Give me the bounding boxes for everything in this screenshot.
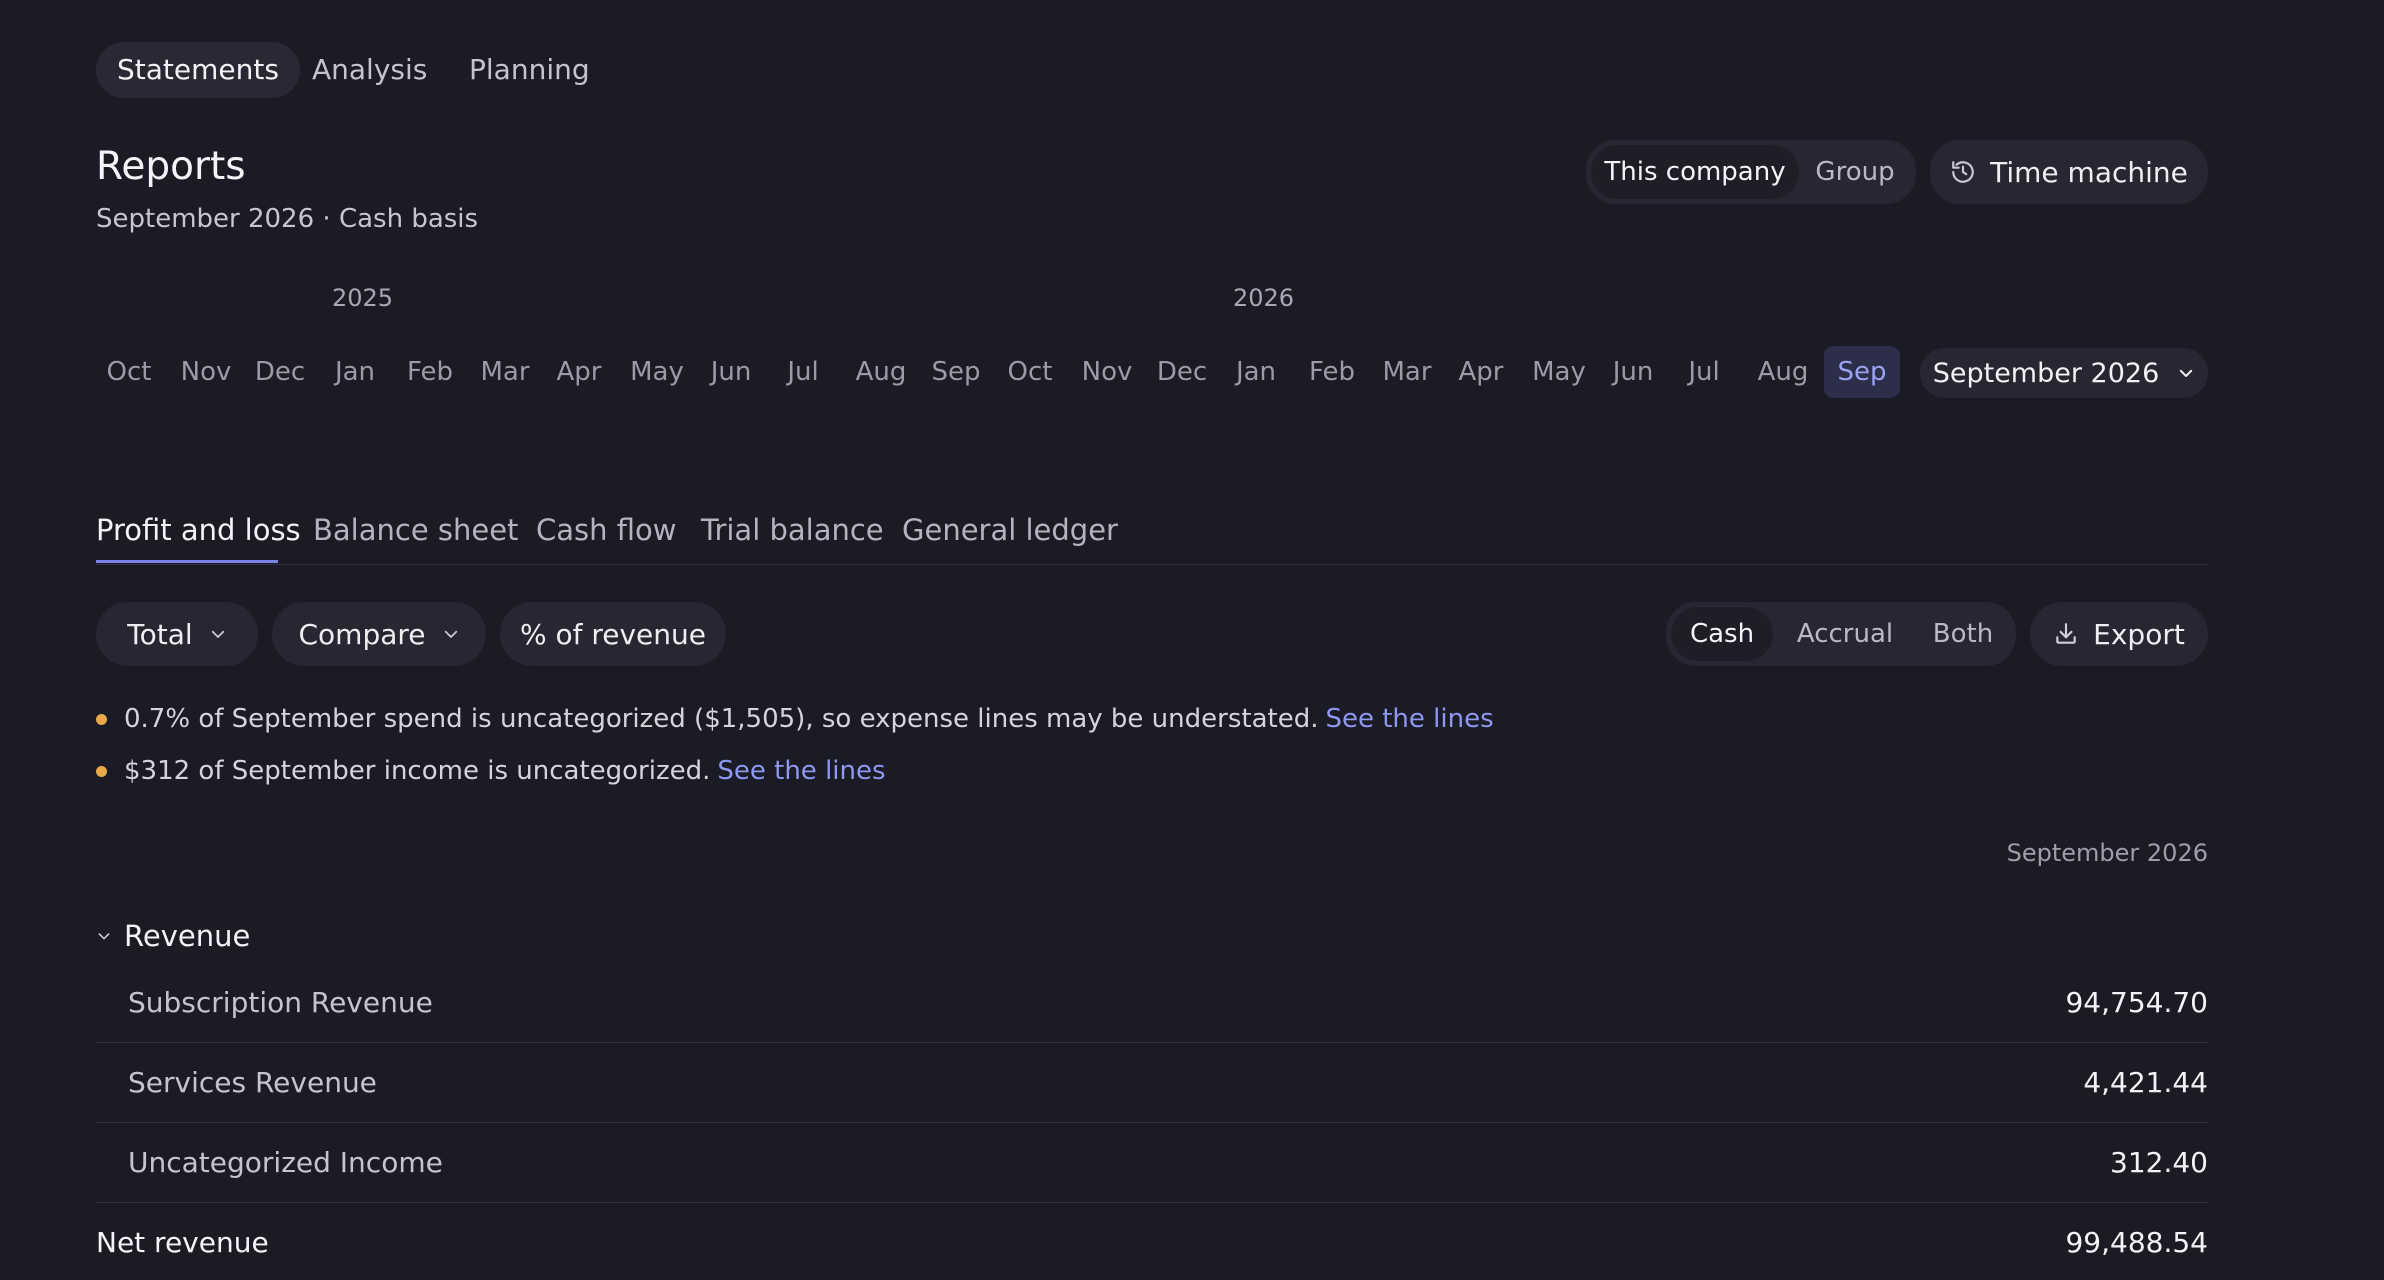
section-label: Revenue xyxy=(124,919,251,953)
month-apr-2025[interactable]: Apr xyxy=(548,346,610,398)
column-header: September 2026 xyxy=(2006,839,2208,867)
table-row[interactable]: Services Revenue 4,421.44 xyxy=(96,1043,2208,1123)
tab-profit-and-loss[interactable]: Profit and loss xyxy=(96,510,301,564)
month-jul-2025[interactable]: Jul xyxy=(772,346,834,398)
scope-this-company[interactable]: This company xyxy=(1591,145,1799,199)
export-label: Export xyxy=(2093,617,2185,651)
month-feb-2025[interactable]: Feb xyxy=(399,346,461,398)
basis-toggle: Cash Accrual Both xyxy=(1666,602,2016,666)
month-may-2026[interactable]: May xyxy=(1524,346,1594,398)
compare-dropdown[interactable]: Compare xyxy=(272,602,486,666)
month-jul-2026[interactable]: Jul xyxy=(1674,346,1734,398)
total-dropdown-label: Total xyxy=(127,617,193,651)
warning-dot xyxy=(96,713,107,725)
month-jan-2025[interactable]: Jan xyxy=(324,346,386,398)
basis-cash[interactable]: Cash xyxy=(1671,607,1773,661)
warning-text: 0.7% of September spend is uncategorized… xyxy=(124,704,1319,734)
table-row[interactable]: Uncategorized Income 312.40 xyxy=(96,1123,2208,1203)
compare-dropdown-label: Compare xyxy=(298,617,426,651)
basis-accrual[interactable]: Accrual xyxy=(1781,607,1909,661)
reports-page: Statements Analysis Planning Reports Sep… xyxy=(0,0,2384,1280)
period-select[interactable]: September 2026 xyxy=(1920,348,2208,398)
warning-dot xyxy=(96,765,107,777)
line-value: 312.40 xyxy=(2110,1146,2208,1179)
nav-planning[interactable]: Planning xyxy=(448,42,611,98)
tabs-divider xyxy=(96,564,2208,565)
nav-analysis[interactable]: Analysis xyxy=(291,42,448,98)
year-label-2026: 2026 xyxy=(1233,284,1295,312)
month-oct-2026[interactable]: Oct xyxy=(999,346,1061,398)
tab-cash-flow[interactable]: Cash flow xyxy=(536,510,676,564)
total-value: 99,488.54 xyxy=(2065,1226,2208,1259)
scope-group[interactable]: Group xyxy=(1799,145,1911,199)
line-value: 4,421.44 xyxy=(2083,1066,2208,1099)
see-the-lines-link[interactable]: See the lines xyxy=(717,751,885,791)
year-label-2025: 2025 xyxy=(332,284,394,312)
time-machine-label: Time machine xyxy=(1990,155,2188,189)
tab-trial-balance[interactable]: Trial balance xyxy=(701,510,884,564)
month-nov-2026[interactable]: Nov xyxy=(1075,346,1139,398)
table-row[interactable]: Subscription Revenue 94,754.70 xyxy=(96,963,2208,1043)
line-value: 94,754.70 xyxy=(2065,986,2208,1019)
active-tab-indicator xyxy=(96,560,278,563)
line-label: Subscription Revenue xyxy=(128,986,433,1019)
total-label: Net revenue xyxy=(96,1226,269,1259)
page-subtitle: September 2026 · Cash basis xyxy=(96,204,479,234)
chevron-down-icon xyxy=(96,928,112,944)
line-label: Services Revenue xyxy=(128,1066,377,1099)
month-aug-2026[interactable]: Aug xyxy=(1750,346,1816,398)
month-feb-2026[interactable]: Feb xyxy=(1300,346,1364,398)
month-jun-2026[interactable]: Jun xyxy=(1600,346,1666,398)
month-may-2025[interactable]: May xyxy=(623,346,691,398)
line-label: Uncategorized Income xyxy=(128,1146,443,1179)
net-revenue-row: Net revenue 99,488.54 xyxy=(96,1203,2208,1280)
basis-both[interactable]: Both xyxy=(1917,607,2009,661)
total-dropdown[interactable]: Total xyxy=(96,602,258,666)
download-icon xyxy=(2053,621,2079,647)
chevron-down-icon xyxy=(2177,364,2195,382)
month-oct-2025[interactable]: Oct xyxy=(99,346,159,398)
month-apr-2026[interactable]: Apr xyxy=(1449,346,1513,398)
export-button[interactable]: Export xyxy=(2030,602,2208,666)
month-aug-2025[interactable]: Aug xyxy=(850,346,912,398)
see-the-lines-link[interactable]: See the lines xyxy=(1325,699,1493,739)
period-select-value: September 2026 xyxy=(1932,357,2160,389)
month-dec-2025[interactable]: Dec xyxy=(249,346,311,398)
tab-balance-sheet[interactable]: Balance sheet xyxy=(313,510,518,564)
chevron-down-icon xyxy=(209,625,227,643)
warning-text: $312 of September income is uncategorize… xyxy=(124,756,711,786)
month-sep-2025[interactable]: Sep xyxy=(925,346,987,398)
month-jun-2025[interactable]: Jun xyxy=(700,346,762,398)
month-mar-2025[interactable]: Mar xyxy=(474,346,536,398)
scope-toggle: This company Group xyxy=(1586,140,1916,204)
month-mar-2026[interactable]: Mar xyxy=(1375,346,1439,398)
time-machine-button[interactable]: Time machine xyxy=(1930,140,2208,204)
warning-uncategorized-spend: 0.7% of September spend is uncategorized… xyxy=(96,699,1494,739)
percent-of-revenue-button[interactable]: % of revenue xyxy=(500,602,726,666)
page-title: Reports xyxy=(96,144,246,189)
revenue-section-toggle[interactable]: Revenue xyxy=(96,916,250,956)
percent-of-revenue-label: % of revenue xyxy=(519,617,707,651)
history-icon xyxy=(1950,159,1976,185)
nav-statements[interactable]: Statements xyxy=(96,42,300,98)
month-nov-2025[interactable]: Nov xyxy=(175,346,237,398)
warning-uncategorized-income: $312 of September income is uncategorize… xyxy=(96,751,886,791)
tab-general-ledger[interactable]: General ledger xyxy=(902,510,1118,564)
month-sep-2026[interactable]: Sep xyxy=(1824,346,1900,398)
month-dec-2026[interactable]: Dec xyxy=(1150,346,1214,398)
chevron-down-icon xyxy=(442,625,460,643)
month-jan-2026[interactable]: Jan xyxy=(1225,346,1287,398)
